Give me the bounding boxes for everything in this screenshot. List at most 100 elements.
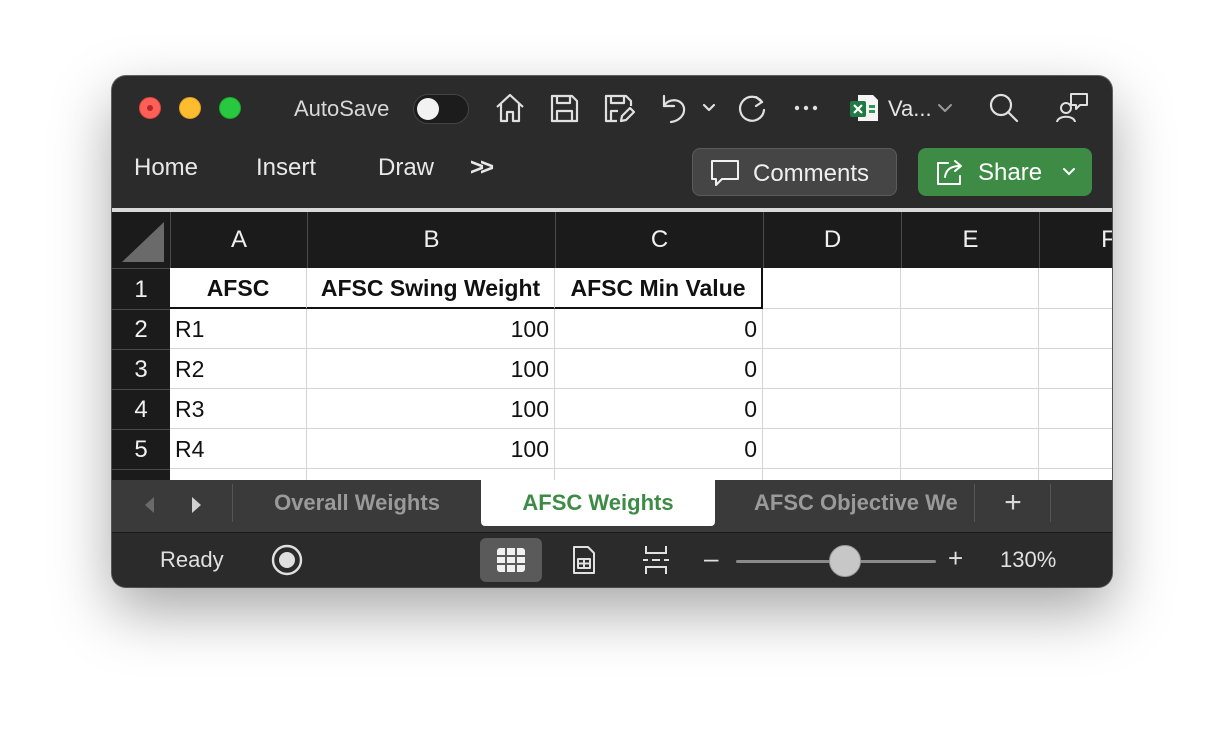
cell-d5[interactable]	[763, 429, 901, 469]
cell-b6[interactable]	[307, 469, 555, 480]
cell-c2[interactable]: 0	[555, 309, 763, 349]
comment-icon	[711, 160, 739, 186]
cell-a1[interactable]: AFSC	[170, 268, 307, 309]
sheet-tabs-bar: Overall Weights AFSC Weights AFSC Object…	[112, 480, 1112, 532]
share-label: Share	[978, 159, 1043, 186]
worksheet[interactable]: A B C D E F 1 2 3 4 5 AFSC AFSC Swing We…	[112, 208, 1112, 480]
cell-f1[interactable]	[1039, 268, 1112, 309]
save-icon[interactable]	[546, 90, 582, 126]
zoom-percentage[interactable]: 130%	[1000, 547, 1056, 573]
row-header-5[interactable]: 5	[112, 429, 170, 469]
row-header-4[interactable]: 4	[112, 389, 170, 429]
page-layout-view-button[interactable]	[553, 538, 615, 582]
normal-view-button[interactable]	[480, 538, 542, 582]
zoom-slider-thumb[interactable]	[829, 545, 861, 577]
column-header-b[interactable]: B	[307, 212, 555, 268]
cell-b5[interactable]: 100	[307, 429, 555, 469]
cell-b1[interactable]: AFSC Swing Weight	[307, 268, 555, 309]
document-name[interactable]: Va...	[888, 96, 932, 122]
cell-b2[interactable]: 100	[307, 309, 555, 349]
close-window-button[interactable]	[139, 97, 161, 119]
scroll-tabs-left-icon[interactable]	[140, 494, 160, 516]
undo-icon[interactable]	[654, 90, 690, 126]
tab-divider	[1050, 484, 1051, 522]
sheet-tab-afsc-weights[interactable]: AFSC Weights	[481, 480, 715, 526]
column-header-c[interactable]: C	[555, 212, 763, 268]
cell-d3[interactable]	[763, 349, 901, 389]
cell-f3[interactable]	[1039, 349, 1112, 389]
column-header-f[interactable]: F	[1039, 212, 1112, 268]
cell-f4[interactable]	[1039, 389, 1112, 429]
save-as-icon[interactable]	[600, 90, 636, 126]
cell-c1[interactable]: AFSC Min Value	[555, 268, 763, 309]
share-button[interactable]: Share	[918, 148, 1092, 196]
comments-button[interactable]: Comments	[692, 148, 897, 196]
cell-a5[interactable]: R4	[170, 429, 307, 469]
cell-e3[interactable]	[901, 349, 1039, 389]
sheet-tab-afsc-objective-weights[interactable]: AFSC Objective We	[716, 480, 972, 526]
cell-c3[interactable]: 0	[555, 349, 763, 389]
minimize-window-button[interactable]	[179, 97, 201, 119]
row-header-3[interactable]: 3	[112, 349, 170, 389]
redo-icon[interactable]	[734, 90, 770, 126]
chevron-down-icon[interactable]	[698, 90, 720, 126]
tab-home[interactable]: Home	[134, 154, 198, 182]
excel-file-icon	[846, 90, 882, 126]
cell-b3[interactable]: 100	[307, 349, 555, 389]
autosave-toggle[interactable]	[413, 94, 469, 124]
cell-e5[interactable]	[901, 429, 1039, 469]
cell-d6[interactable]	[763, 469, 901, 480]
cell-a2[interactable]: R1	[170, 309, 307, 349]
comments-label: Comments	[753, 160, 870, 187]
status-bar: Ready – + 130%	[112, 532, 1112, 587]
scroll-tabs-right-icon[interactable]	[186, 494, 206, 516]
add-sheet-button[interactable]: +	[976, 480, 1050, 526]
status-ready: Ready	[160, 547, 224, 572]
select-all-corner[interactable]	[112, 212, 170, 268]
row-header-2[interactable]: 2	[112, 309, 170, 349]
search-icon[interactable]	[986, 90, 1022, 126]
cell-f2[interactable]	[1039, 309, 1112, 349]
cell-b4[interactable]: 100	[307, 389, 555, 429]
more-icon[interactable]	[788, 90, 824, 126]
cell-a3[interactable]: R2	[170, 349, 307, 389]
row-header-6[interactable]	[112, 469, 170, 480]
sheet-tab-overall-weights[interactable]: Overall Weights	[234, 480, 480, 526]
column-header-a[interactable]: A	[170, 212, 307, 268]
tab-insert[interactable]: Insert	[256, 154, 316, 182]
cell-f6[interactable]	[1039, 469, 1112, 480]
share-chevron-icon	[1063, 168, 1075, 176]
doc-chevron-down-icon[interactable]	[934, 90, 956, 126]
page-break-icon	[643, 546, 669, 574]
zoom-in-button[interactable]: +	[948, 543, 963, 574]
cell-f5[interactable]	[1039, 429, 1112, 469]
cell-d1[interactable]	[763, 268, 901, 309]
toggle-knob	[417, 98, 439, 120]
cell-a4[interactable]: R3	[170, 389, 307, 429]
cell-a6[interactable]	[170, 469, 307, 480]
more-tabs-button[interactable]: >>	[470, 154, 494, 182]
cell-e1[interactable]	[901, 268, 1039, 309]
page-layout-icon	[573, 546, 595, 574]
grid-icon	[497, 548, 525, 572]
tab-draw[interactable]: Draw	[378, 154, 434, 182]
collaborate-icon[interactable]	[1054, 90, 1090, 126]
title-bar: AutoSave Va...	[112, 76, 1112, 140]
column-header-e[interactable]: E	[901, 212, 1039, 268]
record-macro-icon[interactable]	[270, 543, 304, 577]
page-break-view-button[interactable]	[625, 538, 687, 582]
zoom-out-button[interactable]: –	[704, 543, 718, 574]
cell-c6[interactable]	[555, 469, 763, 480]
zoom-window-button[interactable]	[219, 97, 241, 119]
cell-c4[interactable]: 0	[555, 389, 763, 429]
cell-d4[interactable]	[763, 389, 901, 429]
home-icon[interactable]	[492, 90, 528, 126]
cell-e4[interactable]	[901, 389, 1039, 429]
cell-e6[interactable]	[901, 469, 1039, 480]
row-header-1[interactable]: 1	[112, 268, 170, 309]
cell-e2[interactable]	[901, 309, 1039, 349]
cell-d2[interactable]	[763, 309, 901, 349]
cell-c5[interactable]: 0	[555, 429, 763, 469]
column-header-d[interactable]: D	[763, 212, 901, 268]
autosave-label: AutoSave	[294, 96, 390, 121]
